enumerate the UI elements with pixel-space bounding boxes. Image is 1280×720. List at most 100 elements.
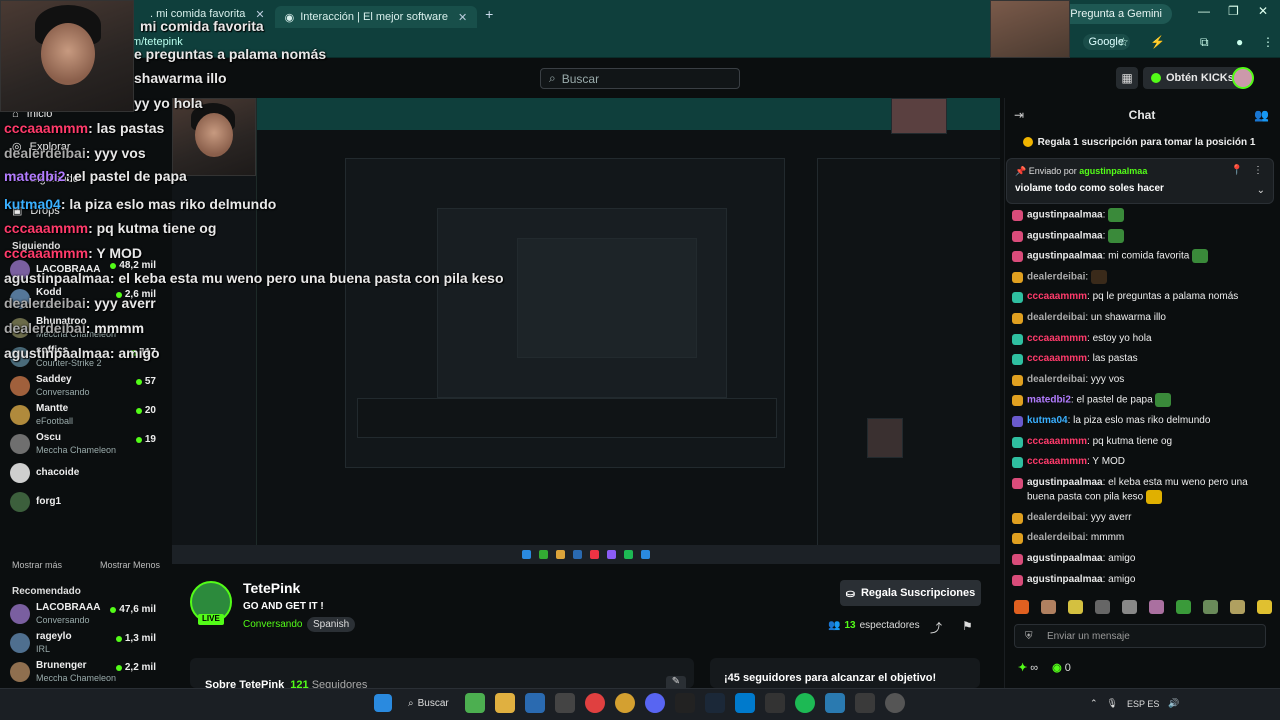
new-tab-button[interactable]: +: [477, 6, 501, 22]
pinned-by-user[interactable]: agustinpaalmaa: [1079, 166, 1147, 176]
extension-icon[interactable]: ⚡: [1150, 35, 1165, 49]
puzzle-icon[interactable]: ⧉: [1200, 35, 1209, 50]
report-icon[interactable]: ⚑: [962, 619, 973, 633]
get-kicks-button[interactable]: Obtén KICKs: [1143, 67, 1242, 89]
close-icon[interactable]: ✕: [458, 11, 467, 24]
mic-icon[interactable]: 🎙: [1107, 698, 1118, 709]
sub-goal-banner[interactable]: Regala 1 suscripción para tomar la posic…: [1004, 133, 1274, 151]
chat-message[interactable]: cccaaammm: pq kutma tiene og: [1012, 435, 1274, 449]
more-icon[interactable]: ⋮: [1253, 165, 1263, 176]
chat-message[interactable]: dealerdeibai: un shawarma illo: [1012, 311, 1274, 325]
chat-username[interactable]: agustinpaalmaa: [1027, 574, 1103, 585]
recommended-channel[interactable]: LACOBRAAA Conversando 47,6 mil: [10, 600, 160, 628]
spotify-icon[interactable]: [794, 693, 815, 713]
chat-message[interactable]: dealerdeibai: mmmm: [1012, 531, 1274, 545]
chat-username[interactable]: agustinpaalmaa: [1027, 210, 1103, 221]
chat-username[interactable]: kutma04: [1027, 415, 1068, 426]
menu-icon[interactable]: ⋮: [1262, 35, 1274, 49]
gift-subs-button[interactable]: ⛀ Regala Suscripciones: [840, 580, 981, 606]
emote-icon[interactable]: [1041, 600, 1056, 614]
emote-icon[interactable]: [1203, 600, 1218, 614]
chat-message[interactable]: cccaaammm: pq le preguntas a palama nomá…: [1012, 290, 1274, 304]
chat-message[interactable]: cccaaammm: Y MOD: [1012, 455, 1274, 469]
studio-icon[interactable]: ▦: [1116, 67, 1138, 89]
chat-username[interactable]: cccaaammm: [1027, 456, 1087, 467]
minimize-icon[interactable]: —: [1198, 4, 1210, 18]
photos-icon[interactable]: [824, 693, 845, 713]
chat-username[interactable]: agustinpaalmaa: [1027, 553, 1103, 564]
chat-username[interactable]: cccaaammm: [1027, 333, 1087, 344]
chevron-up-icon[interactable]: ⌃: [1090, 698, 1098, 709]
chat-message[interactable]: agustinpaalmaa: el keba esta mu weno per…: [1012, 476, 1274, 505]
chat-input[interactable]: ⛨ Enviar un mensaje: [1014, 624, 1266, 648]
unpin-icon[interactable]: 📍: [1231, 165, 1243, 176]
chat-users-icon[interactable]: 👥: [1254, 108, 1269, 122]
user-avatar[interactable]: [1232, 67, 1254, 89]
window-close-icon[interactable]: ✕: [1258, 4, 1268, 18]
discord-icon[interactable]: [644, 693, 665, 713]
emote-icon[interactable]: [1176, 600, 1191, 614]
chat-username[interactable]: cccaaammm: [1027, 291, 1087, 302]
chat-message[interactable]: kutma04: la piza eslo mas riko delmundo: [1012, 414, 1274, 428]
show-more-link[interactable]: Mostrar más: [12, 560, 62, 570]
chat-username[interactable]: agustinpaalmaa: [1027, 251, 1103, 262]
minecraft-icon[interactable]: [464, 693, 485, 713]
recommended-channel[interactable]: Brunenger Meccha Chameleon 2,2 mil: [10, 658, 160, 686]
emote-icon[interactable]: [1149, 600, 1164, 614]
chat-username[interactable]: agustinpaalmaa: [1027, 477, 1103, 488]
following-channel[interactable]: chacoide: [10, 459, 160, 487]
browser-tab-active[interactable]: ◉ Interacción | El mejor software ✕: [274, 6, 478, 28]
app-icon[interactable]: [554, 693, 575, 713]
chat-message[interactable]: dealerdeibai: yyy vos: [1012, 373, 1274, 387]
obs-icon[interactable]: [764, 693, 785, 713]
stream-category[interactable]: Conversando: [243, 619, 302, 630]
chat-username[interactable]: dealerdeibai: [1027, 512, 1085, 523]
chat-message[interactable]: agustinpaalmaa:: [1012, 208, 1274, 223]
chat-username[interactable]: matedbi2: [1027, 395, 1071, 406]
epic-games-icon[interactable]: [674, 693, 695, 713]
windows-start-icon[interactable]: [374, 694, 392, 712]
pinned-message[interactable]: 📌 Enviado por agustinpaalmaa violame tod…: [1006, 158, 1274, 204]
settings-icon[interactable]: [884, 693, 905, 713]
points-balance[interactable]: ◉ 0: [1052, 661, 1071, 674]
chat-message[interactable]: matedbi2: el pastel de papa: [1012, 393, 1274, 408]
chat-message[interactable]: cccaaammm: las pastas: [1012, 352, 1274, 366]
taskbar-search[interactable]: ⌕ Buscar: [402, 693, 455, 713]
chat-username[interactable]: dealerdeibai: [1027, 271, 1085, 282]
store-icon[interactable]: [854, 693, 875, 713]
video-player[interactable]: [172, 98, 1000, 564]
star-icon[interactable]: ☆: [1118, 35, 1129, 49]
steam-icon[interactable]: [704, 693, 725, 713]
language-indicator[interactable]: ESP ES: [1127, 699, 1159, 709]
following-channel[interactable]: forg1: [10, 488, 160, 516]
search-input[interactable]: ⌕ Buscar: [540, 68, 740, 89]
streamer-name[interactable]: TetePink: [243, 580, 300, 596]
chat-username[interactable]: agustinpaalmaa: [1027, 230, 1103, 241]
emote-icon[interactable]: [1257, 600, 1272, 614]
profile-icon[interactable]: ●: [1236, 35, 1243, 49]
chat-message[interactable]: dealerdeibai:: [1012, 269, 1274, 285]
emote-icon[interactable]: [1068, 600, 1083, 614]
chat-username[interactable]: dealerdeibai: [1027, 312, 1085, 323]
emote-icon[interactable]: [1122, 600, 1137, 614]
following-channel[interactable]: Oscu Meccha Chameleon 19: [10, 430, 160, 458]
editor-icon[interactable]: [524, 693, 545, 713]
chat-username[interactable]: dealerdeibai: [1027, 374, 1085, 385]
folder-icon[interactable]: [494, 693, 515, 713]
speaker-icon[interactable]: 🔊: [1168, 698, 1179, 709]
recommended-channel[interactable]: rageylo IRL 1,3 mil: [10, 629, 160, 657]
chrome-profile-icon[interactable]: [614, 693, 635, 713]
chat-username[interactable]: cccaaammm: [1027, 353, 1087, 364]
emote-icon[interactable]: [1230, 600, 1245, 614]
kicks-balance[interactable]: ✦ ∞: [1018, 661, 1038, 674]
following-channel[interactable]: Mantte eFootball 20: [10, 401, 160, 429]
chat-username[interactable]: cccaaammm: [1027, 436, 1087, 447]
emote-icon[interactable]: [1014, 600, 1029, 614]
maximize-icon[interactable]: ❐: [1228, 4, 1239, 18]
chevron-down-icon[interactable]: ⌄: [1257, 185, 1265, 196]
language-tag[interactable]: Spanish: [307, 617, 356, 632]
chrome-icon[interactable]: [584, 693, 605, 713]
chat-message[interactable]: dealerdeibai: yyy averr: [1012, 511, 1274, 525]
chat-message[interactable]: agustinpaalmaa: amigo: [1012, 573, 1274, 587]
vscode-icon[interactable]: [734, 693, 755, 713]
